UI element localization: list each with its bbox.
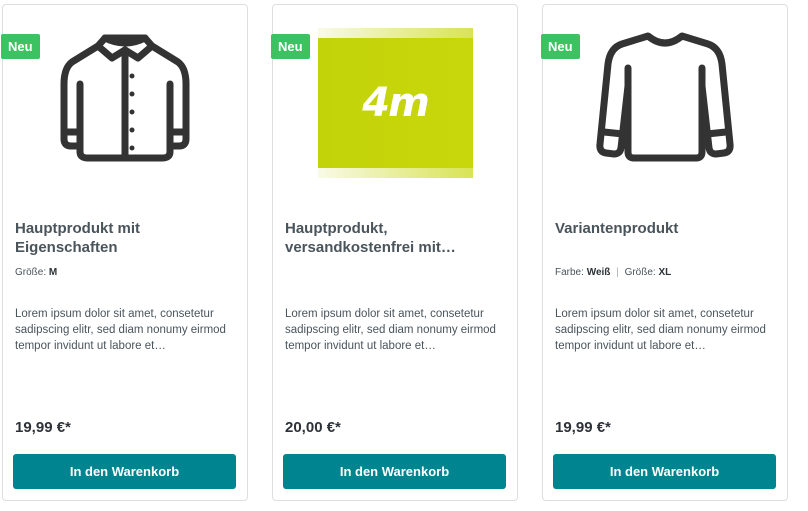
product-price: 19,99 €* bbox=[555, 419, 611, 436]
product-card[interactable]: Neu Variantenprodukt Farbe: Weiß | Größe… bbox=[541, 4, 788, 501]
add-to-cart-button[interactable]: In den Warenkorb bbox=[553, 454, 776, 489]
product-title[interactable]: Variantenprodukt bbox=[555, 219, 775, 238]
product-title[interactable]: Hauptprodukt mit Eigenschaften bbox=[15, 219, 235, 257]
product-description: Lorem ipsum dolor sit amet, consetetur s… bbox=[285, 308, 496, 352]
new-badge: Neu bbox=[541, 34, 580, 59]
property-value: XL bbox=[658, 267, 672, 278]
product-price: 19,99 €* bbox=[15, 419, 71, 436]
product-image[interactable] bbox=[3, 19, 247, 179]
product-description: Lorem ipsum dolor sit amet, consetetur s… bbox=[555, 308, 766, 352]
logo-text: 4m bbox=[362, 80, 430, 126]
longsleeve-shirt-icon bbox=[596, 32, 734, 162]
property-label: Größe: bbox=[624, 267, 656, 278]
product-card[interactable]: Neu Hauptprodukt mit Eigenschaften Größe… bbox=[1, 4, 248, 501]
brand-logo-image: 4m bbox=[317, 28, 473, 178]
add-to-cart-button[interactable]: In den Warenkorb bbox=[13, 454, 236, 489]
product-properties: Größe: M bbox=[15, 267, 235, 278]
product-card[interactable]: Neu 4m Hauptprodukt, versandkostenfrei m… bbox=[271, 4, 518, 501]
product-image[interactable]: 4m bbox=[273, 23, 517, 183]
jacket-icon bbox=[60, 34, 190, 162]
product-title[interactable]: Hauptprodukt, versandkostenfrei mit… bbox=[285, 219, 505, 257]
property-label: Farbe: bbox=[555, 267, 584, 278]
new-badge: Neu bbox=[1, 34, 40, 59]
property-value: M bbox=[48, 267, 58, 278]
add-to-cart-button[interactable]: In den Warenkorb bbox=[283, 454, 506, 489]
property-label: Größe: bbox=[15, 267, 47, 278]
property-value: Weiß bbox=[586, 267, 611, 278]
product-image[interactable] bbox=[543, 19, 787, 179]
product-description: Lorem ipsum dolor sit amet, consetetur s… bbox=[15, 308, 226, 352]
property-separator: | bbox=[616, 267, 619, 278]
product-price: 20,00 €* bbox=[285, 419, 341, 436]
product-properties: Farbe: Weiß | Größe: XL bbox=[555, 267, 775, 278]
new-badge: Neu bbox=[271, 34, 310, 59]
